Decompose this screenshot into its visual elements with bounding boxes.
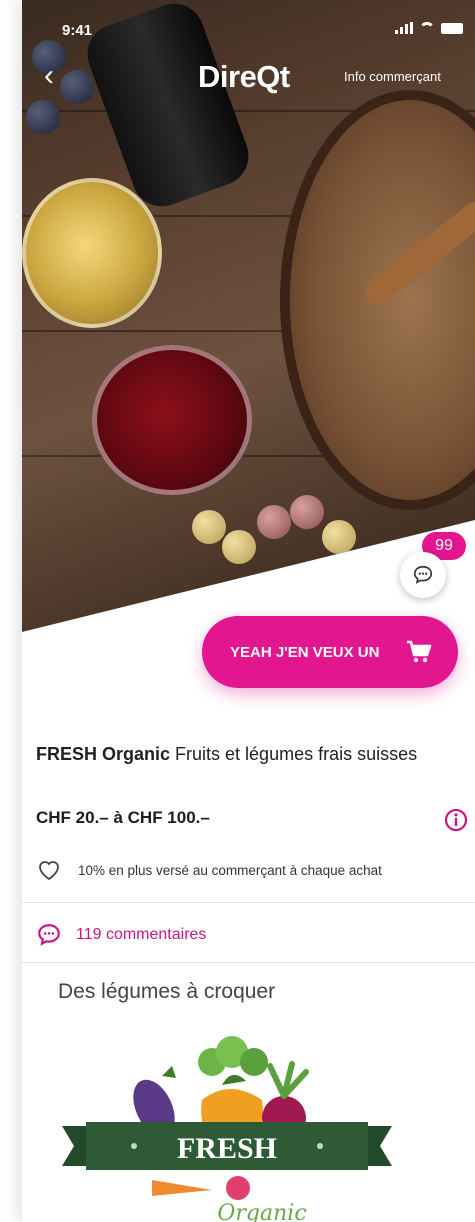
back-button[interactable]: ‹ <box>44 61 54 91</box>
fresh-organic-logo: FRESH Organic <box>62 1036 392 1222</box>
grape <box>222 530 256 564</box>
bonus-text: 10% en plus versé au commerçant à chaque… <box>78 862 382 878</box>
nav-bar: ‹ DireQt Info commerçant <box>22 55 475 99</box>
buy-button[interactable]: YEAH J'EN VEUX UN <box>202 616 458 688</box>
comment-bubble-icon <box>413 565 433 584</box>
red-wine-glass <box>92 345 252 495</box>
section-title: Des légumes à croquer <box>58 980 276 1003</box>
white-wine-glass <box>22 178 162 328</box>
info-merchant-link[interactable]: Info commerçant <box>344 69 441 84</box>
info-circle-icon[interactable] <box>444 808 468 832</box>
cart-icon <box>407 640 432 663</box>
product-brand: FRESH Organic <box>36 744 171 764</box>
price-range: CHF 20.– à CHF 100.– <box>36 808 210 827</box>
logo-subtext: Organic <box>217 1201 306 1222</box>
wifi-icon <box>419 22 435 34</box>
product-description: Fruits et légumes frais suisses <box>170 744 418 764</box>
heart-outline-icon[interactable] <box>36 858 62 882</box>
grape <box>26 100 60 134</box>
grape <box>322 520 356 554</box>
comments-label: 119 commentaires <box>76 926 207 943</box>
logo-text: FRESH <box>177 1132 277 1165</box>
divider <box>22 902 475 903</box>
status-time: 9:41 <box>62 22 93 39</box>
grape <box>257 505 291 539</box>
status-bar: 9:41 <box>22 18 475 42</box>
signal-icon <box>395 22 413 34</box>
grape <box>290 495 324 529</box>
grape <box>192 510 226 544</box>
bonus-row: 10% en plus versé au commerçant à chaque… <box>36 856 475 884</box>
phone-screen: 9:41 ‹ DireQt Info commerçant 99 YEAH J'… <box>22 0 475 1222</box>
product-title: FRESH Organic Fruits et légumes frais su… <box>36 740 466 768</box>
brand-logo: DireQt <box>198 59 290 94</box>
divider <box>22 962 475 963</box>
comments-link[interactable]: 119 commentaires <box>36 922 206 948</box>
comment-bubble-icon <box>38 924 60 946</box>
comments-button[interactable] <box>400 552 446 598</box>
buy-button-label: YEAH J'EN VEUX UN <box>230 643 380 661</box>
status-icons <box>395 22 463 34</box>
battery-icon <box>441 22 463 34</box>
